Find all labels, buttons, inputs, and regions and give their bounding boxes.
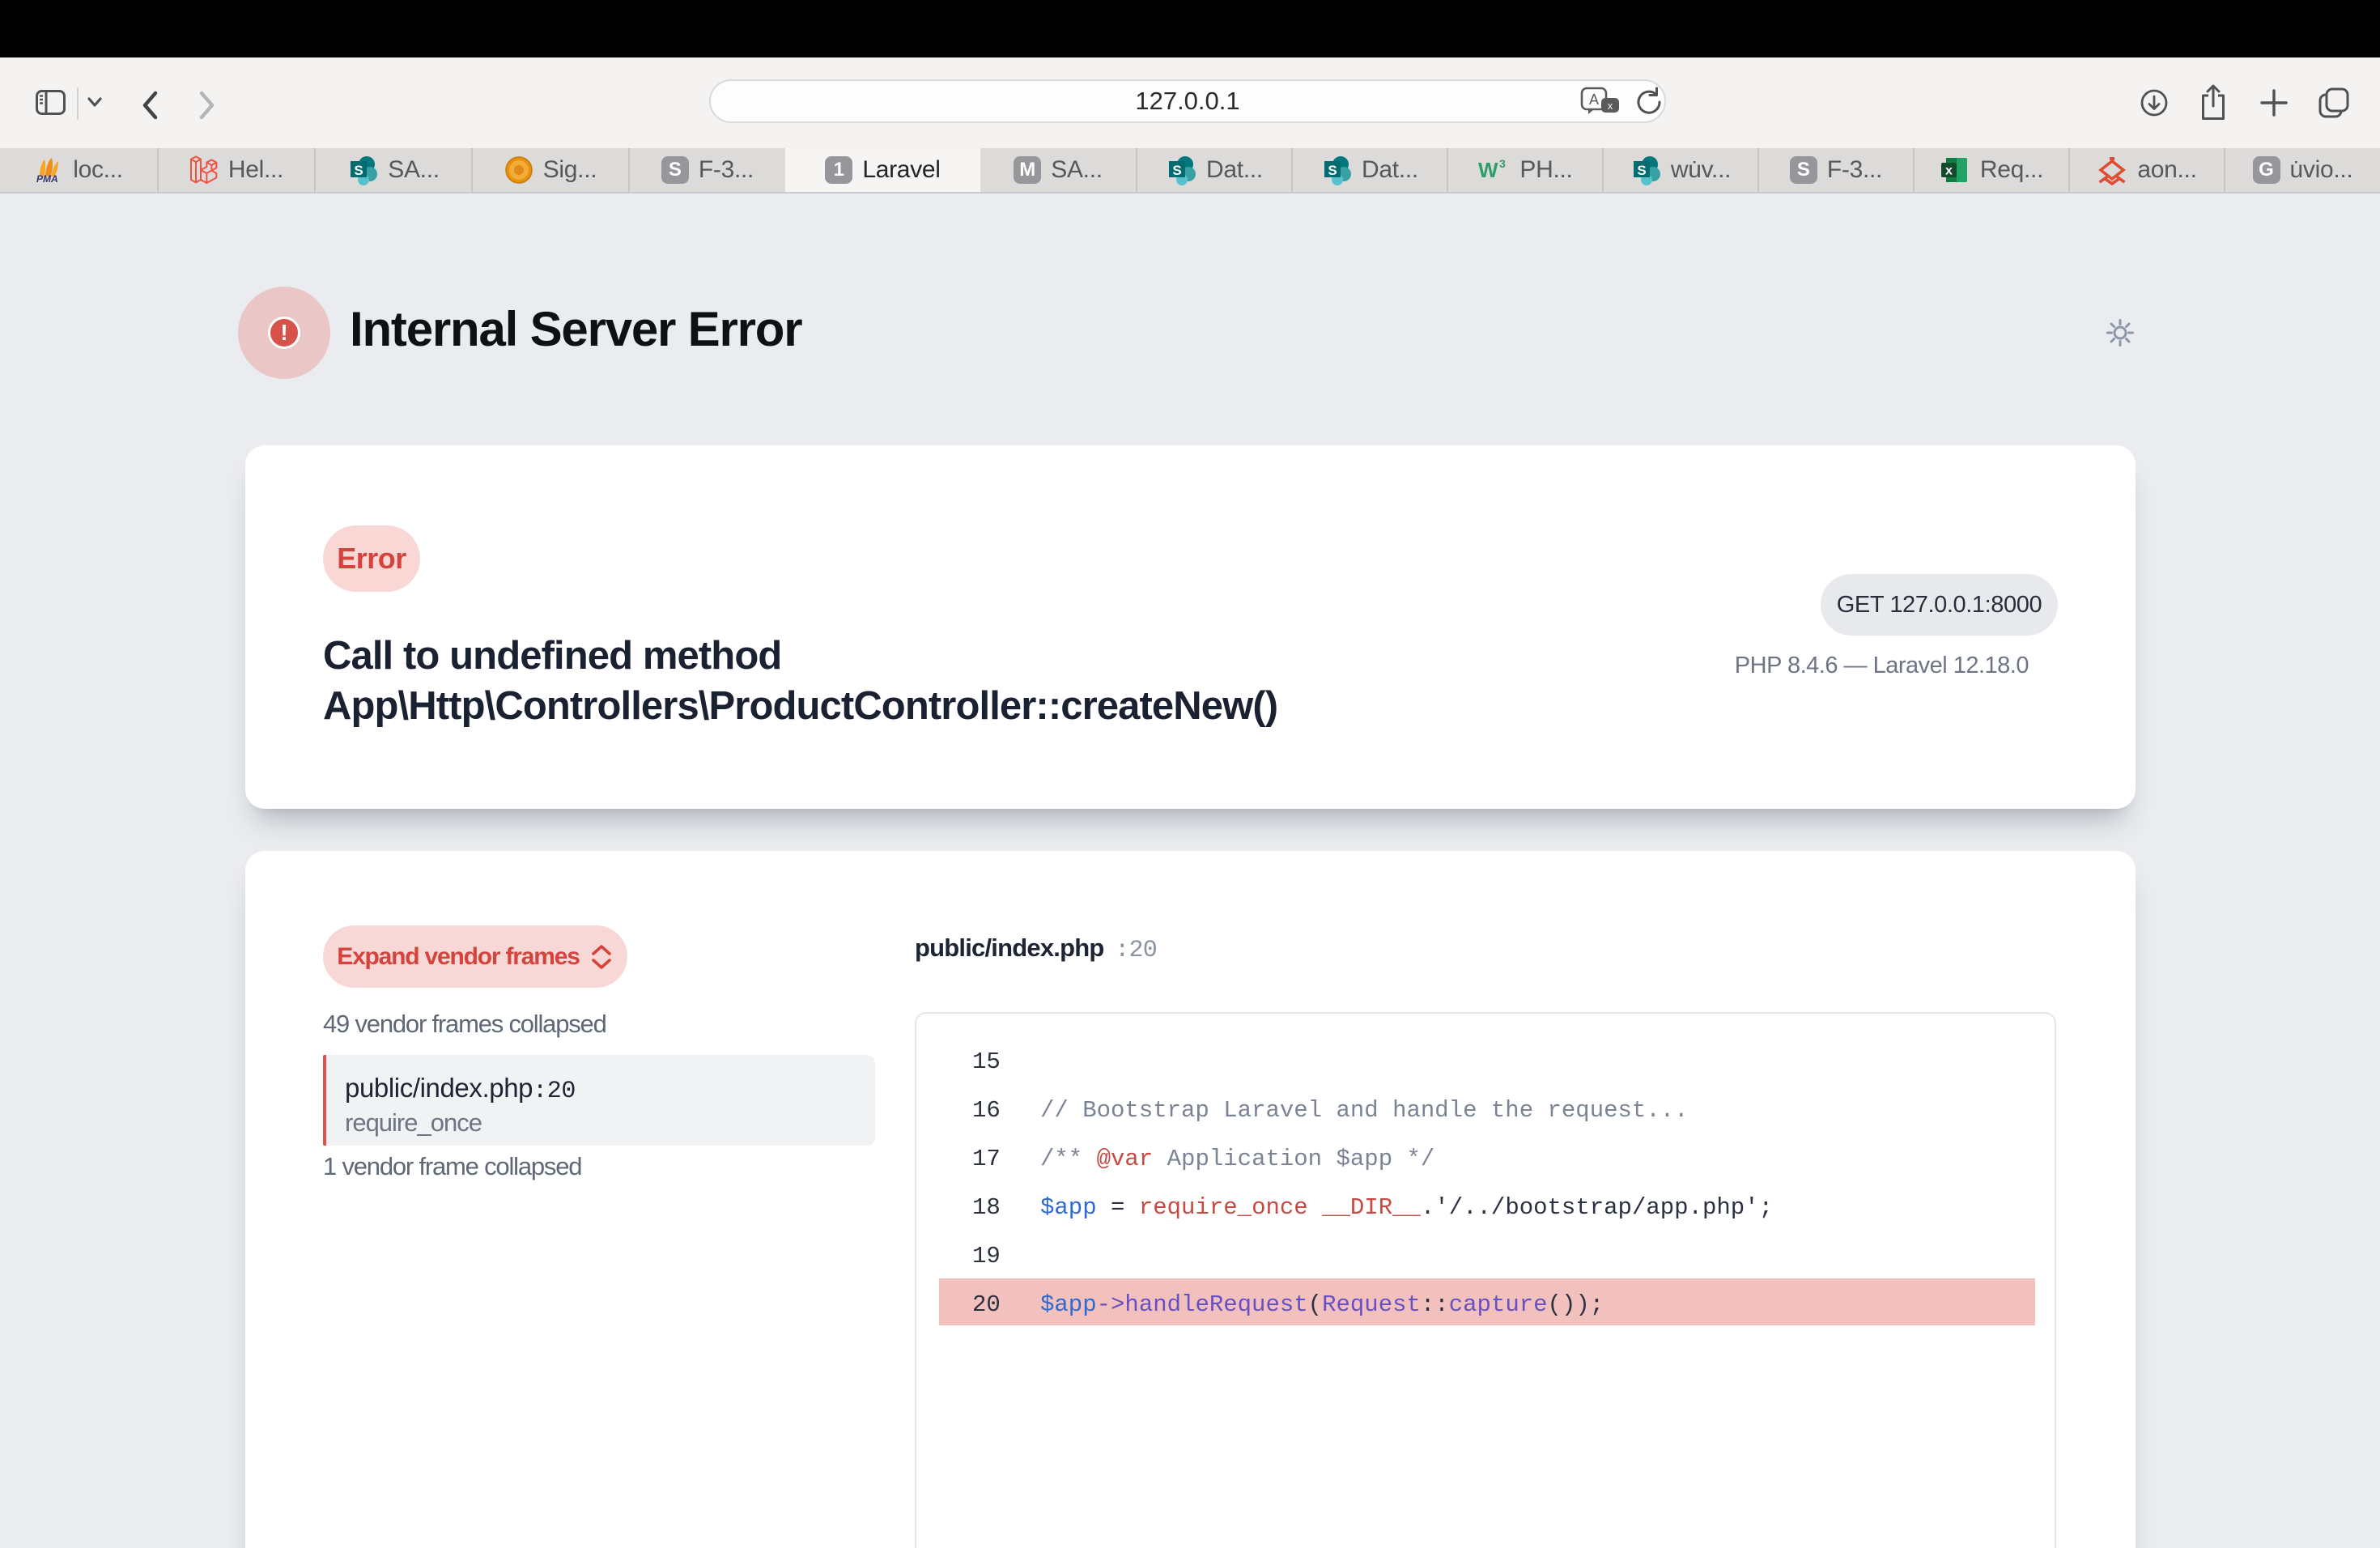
svg-text:PMA: PMA: [36, 173, 58, 185]
svg-text:S: S: [1328, 163, 1337, 178]
svg-text:x: x: [1945, 164, 1953, 178]
svg-text:A: A: [1589, 91, 1599, 108]
svg-text:x: x: [1608, 100, 1613, 112]
svg-text:S: S: [355, 163, 363, 178]
svg-text:S: S: [1172, 163, 1181, 178]
svg-text:W: W: [1478, 158, 1498, 182]
svg-text:S: S: [1637, 163, 1646, 178]
svg-text:3: 3: [1499, 157, 1506, 170]
